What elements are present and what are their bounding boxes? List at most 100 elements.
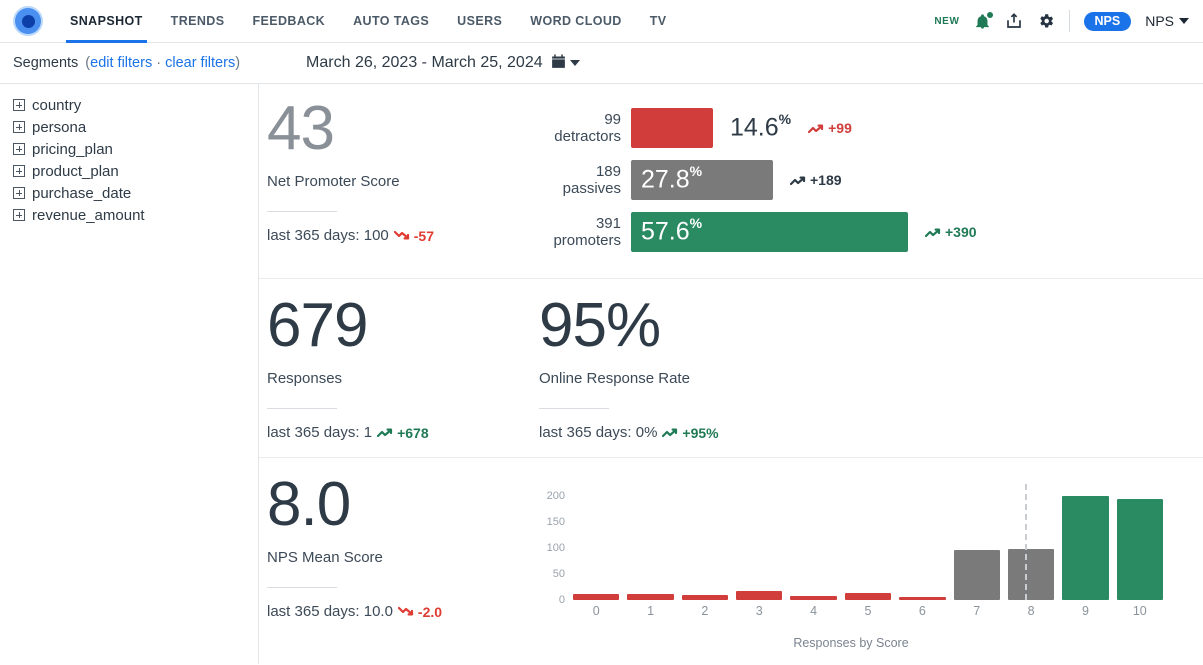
- x-axis-tick: 9: [1081, 604, 1089, 619]
- survey-type-pill[interactable]: NPS: [1083, 11, 1132, 31]
- tab-auto-tags[interactable]: AUTO TAGS: [339, 0, 443, 43]
- chart-bar-column[interactable]: [736, 488, 783, 601]
- chart-bar[interactable]: [1062, 495, 1109, 601]
- chart-bar-column[interactable]: [790, 488, 837, 601]
- distribution-delta-value: +189: [810, 172, 842, 188]
- expand-plus-icon[interactable]: [13, 209, 25, 221]
- chart-bar-column[interactable]: [1116, 488, 1163, 601]
- chart-bar-column[interactable]: [1007, 488, 1055, 601]
- circle-logo-icon: [15, 8, 41, 34]
- distribution-count: 99: [604, 110, 621, 128]
- divider: [267, 587, 337, 589]
- chart-bar[interactable]: [1007, 549, 1055, 601]
- sidebar-item-product_plan[interactable]: product_plan: [0, 160, 258, 182]
- x-axis-tick: 2: [701, 604, 709, 619]
- x-axis-tick: 1: [647, 604, 655, 619]
- chart-bar-column[interactable]: [627, 488, 674, 601]
- expand-plus-icon[interactable]: [13, 99, 25, 111]
- mean-score-delta: -2.0: [397, 603, 443, 620]
- x-axis-tick: 3: [755, 604, 763, 619]
- date-range-picker[interactable]: March 26, 2023 - March 25, 2024: [306, 53, 580, 73]
- tab-word-cloud[interactable]: WORD CLOUD: [516, 0, 636, 43]
- tab-tv[interactable]: TV: [636, 0, 681, 43]
- share-icon[interactable]: [1005, 12, 1023, 30]
- tab-feedback[interactable]: FEEDBACK: [238, 0, 339, 43]
- nps-distribution: 99 detractors 14.6% +99 189 passives 27.8% +189…: [531, 96, 1203, 264]
- distribution-count: 391: [595, 214, 621, 232]
- distribution-group-label: passives: [562, 180, 621, 197]
- chart-bar-column[interactable]: [573, 488, 620, 601]
- expand-plus-icon[interactable]: [13, 187, 25, 199]
- chart-bar-column[interactable]: [844, 488, 892, 601]
- expand-plus-icon[interactable]: [13, 165, 25, 177]
- distribution-delta: +390: [925, 224, 977, 240]
- edit-filters-link[interactable]: edit filters: [90, 55, 152, 71]
- tab-users[interactable]: USERS: [443, 0, 516, 43]
- distribution-labels: 189 passives: [531, 163, 621, 198]
- survey-selector[interactable]: NPS: [1145, 13, 1189, 29]
- sidebar-item-country[interactable]: country: [0, 94, 258, 116]
- distribution-labels: 99 detractors: [531, 111, 621, 146]
- app-logo[interactable]: [0, 8, 56, 34]
- mean-score-row: 8.0 NPS Mean Score last 365 days: 10.0 -…: [259, 458, 1203, 650]
- distribution-percent: 27.8%: [641, 163, 702, 194]
- chart-bar-column[interactable]: [681, 488, 729, 601]
- chart-bar[interactable]: [627, 593, 674, 601]
- chart-bar[interactable]: [736, 590, 783, 601]
- distribution-delta-value: +390: [945, 224, 977, 240]
- chart-bar[interactable]: [899, 597, 946, 601]
- top-navigation-bar: SNAPSHOT TRENDS FEEDBACK AUTO TAGS USERS WORD…: [0, 0, 1203, 43]
- chart-bar-column[interactable]: [1062, 488, 1109, 601]
- chart-bar[interactable]: [573, 593, 620, 601]
- y-axis-tick: 100: [546, 542, 565, 554]
- distribution-percent: 14.6%: [730, 111, 791, 142]
- expand-plus-icon[interactable]: [13, 143, 25, 155]
- mean-score-sub-prefix: last 365 days: 10.0: [267, 603, 393, 621]
- distribution-row-detractors: 99 detractors 14.6% +99: [531, 108, 1203, 148]
- distribution-bar: 57.6%: [631, 212, 908, 252]
- clear-filters-link[interactable]: clear filters: [165, 55, 235, 71]
- chart-bar-column[interactable]: [953, 488, 1000, 601]
- paren-close: ): [235, 55, 241, 71]
- distribution-percent: 57.6%: [641, 215, 702, 246]
- chart-y-axis: 0 50 100 150 200: [531, 480, 565, 606]
- sidebar-item-persona[interactable]: persona: [0, 116, 258, 138]
- tab-snapshot[interactable]: SNAPSHOT: [56, 0, 157, 43]
- bell-icon[interactable]: [974, 11, 993, 30]
- notification-dot: [986, 11, 993, 18]
- nps-value: 43: [267, 94, 335, 163]
- chart-bar-column[interactable]: [899, 488, 946, 601]
- sidebar-item-label: persona: [32, 118, 87, 136]
- distribution-delta: +99: [808, 120, 852, 136]
- nps-summary-row: 43 Net Promoter Score last 365 days: 100…: [259, 84, 1203, 279]
- chart-bar[interactable]: [790, 595, 837, 601]
- chart-bar[interactable]: [1116, 499, 1163, 601]
- distribution-group-label: promoters: [553, 232, 621, 249]
- sidebar-item-pricing_plan[interactable]: pricing_plan: [0, 138, 258, 160]
- divider: [267, 211, 337, 213]
- gear-icon[interactable]: [1037, 12, 1055, 30]
- online-rate-sub-prefix: last 365 days: 0%: [539, 424, 658, 442]
- filter-links: (edit filters · clear filters): [85, 55, 240, 71]
- page-body: country persona pricing_plan product_plan pu…: [0, 84, 1203, 664]
- x-axis-tick: 7: [973, 604, 981, 619]
- chart-bar[interactable]: [953, 550, 1000, 601]
- nps-delta-value: -57: [413, 227, 434, 244]
- nps-sub-prefix: last 365 days: 100: [267, 227, 389, 245]
- chart-bar[interactable]: [681, 594, 729, 601]
- mean-score-delta-value: -2.0: [417, 603, 443, 620]
- chart-bar[interactable]: [844, 592, 892, 601]
- distribution-bar: 27.8%: [631, 160, 773, 200]
- responses-row: 679 Responses last 365 days: 1 +678 95% …: [259, 279, 1203, 459]
- date-range-label: March 26, 2023 - March 25, 2024: [306, 54, 543, 71]
- responses-by-score-chart: 0 50 100 150 200 0 1 2 3 4 5 6 7 8 9 10 Responses by S…: [531, 480, 1171, 650]
- survey-selector-label: NPS: [1145, 13, 1174, 29]
- main-content: 43 Net Promoter Score last 365 days: 100…: [259, 84, 1203, 664]
- sidebar-item-purchase_date[interactable]: purchase_date: [0, 182, 258, 204]
- x-axis-tick: 0: [592, 604, 600, 619]
- sidebar-item-revenue_amount[interactable]: revenue_amount: [0, 204, 258, 226]
- online-rate-delta: +95%: [662, 425, 719, 441]
- tab-trends[interactable]: TRENDS: [157, 0, 239, 43]
- expand-plus-icon[interactable]: [13, 121, 25, 133]
- responses-delta-value: +678: [397, 424, 429, 441]
